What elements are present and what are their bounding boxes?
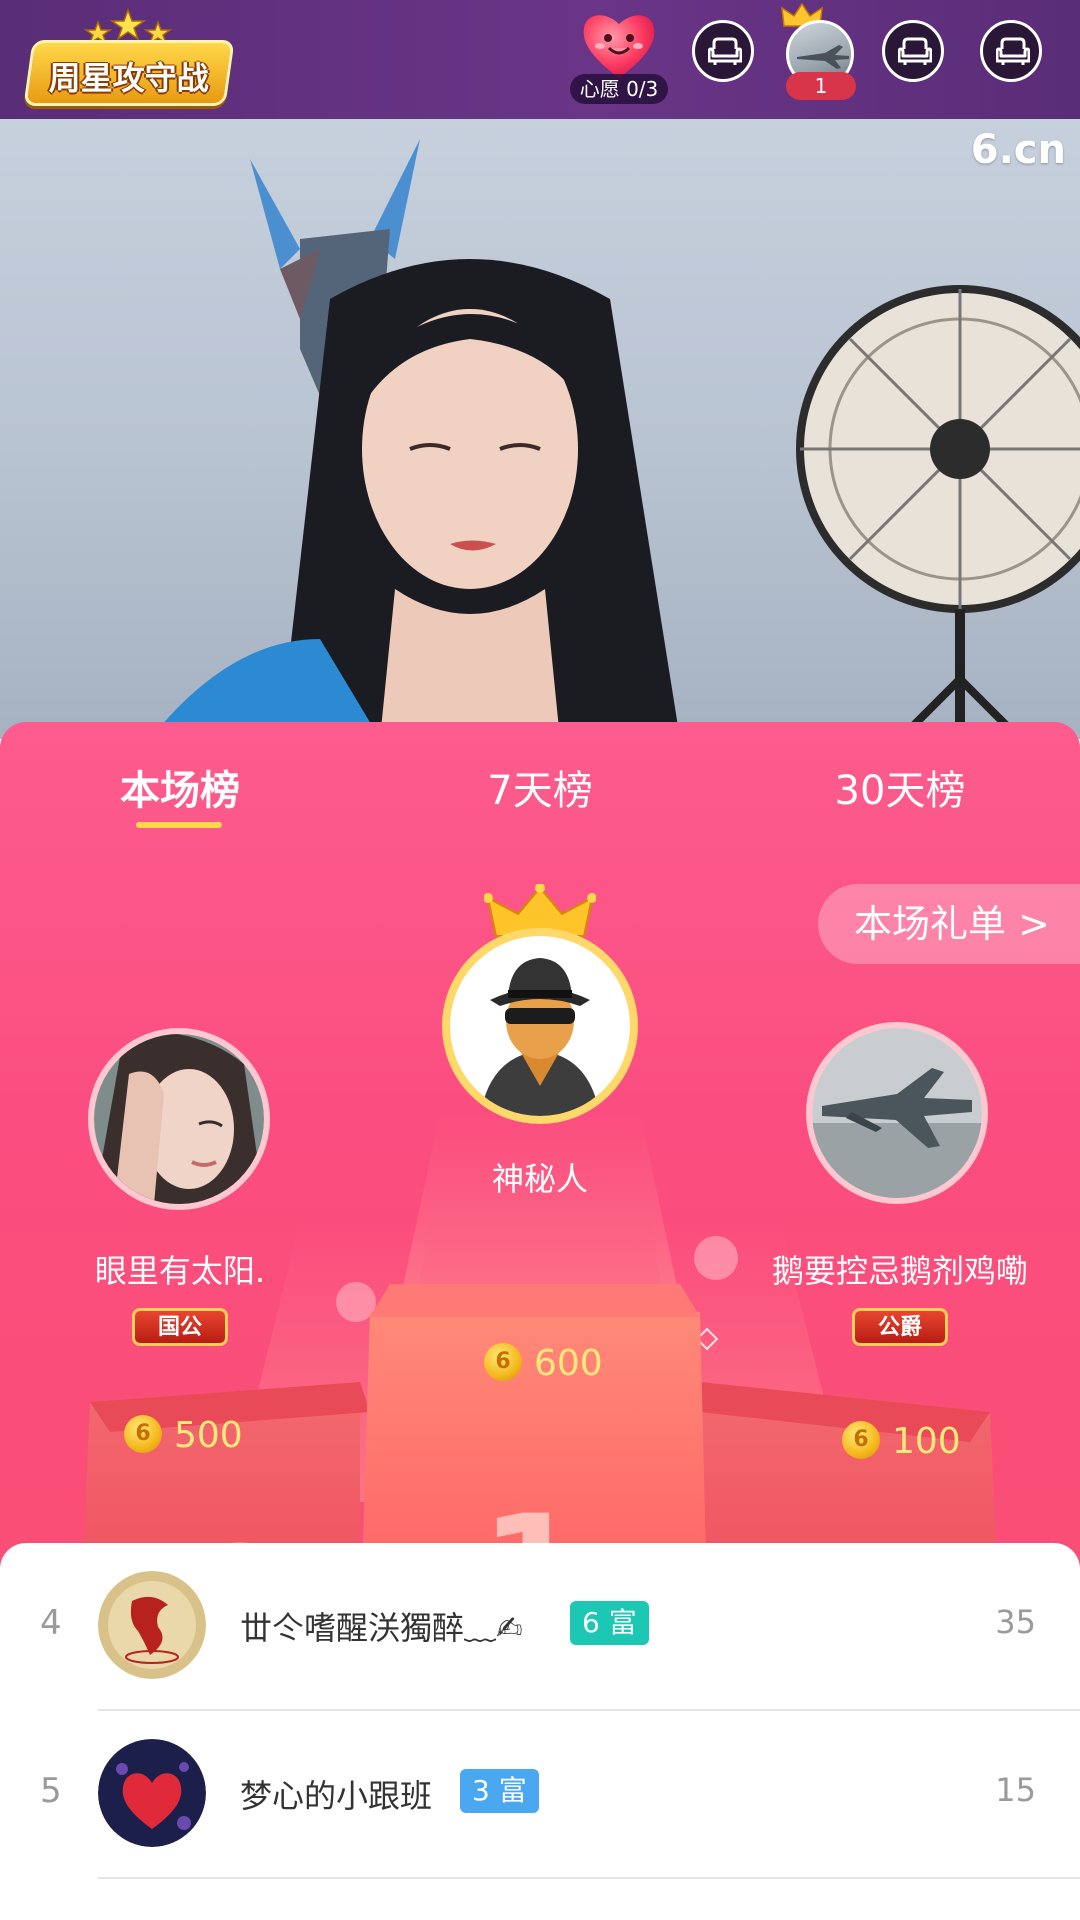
sofa-icon bbox=[898, 37, 932, 65]
first-place-avatar[interactable] bbox=[442, 928, 638, 1124]
active-tab-indicator bbox=[136, 822, 222, 828]
third-place-avatar[interactable] bbox=[806, 1022, 988, 1204]
seat-rank-badge: 1 bbox=[786, 72, 856, 100]
second-place-name: 眼里有太阳. bbox=[94, 1252, 266, 1290]
row-divider bbox=[98, 1877, 1080, 1879]
noble-title-badge: 公爵 bbox=[852, 1308, 948, 1346]
smiling-heart-icon bbox=[583, 15, 655, 78]
leaderboard-panel: 本场榜 7天榜 30天榜 本场礼单 > 神秘人 6 600 眼里有太阳. 国公 … bbox=[0, 722, 1080, 1642]
user-avatar[interactable] bbox=[98, 1571, 206, 1679]
fighter-jet-image bbox=[797, 45, 849, 69]
wish-count-label: 心愿 0/3 bbox=[570, 74, 668, 104]
empty-seat-1[interactable] bbox=[692, 20, 754, 82]
user-name: 丗仒嗜醒浂獨醉﹏✍ bbox=[240, 1609, 523, 1647]
wealth-level-badge: 6 富 bbox=[570, 1601, 649, 1645]
user-name: 梦心的小跟班 bbox=[240, 1777, 433, 1815]
user-score: 15 bbox=[995, 1771, 1036, 1809]
user-score: 35 bbox=[995, 1603, 1036, 1641]
logo-plate: 周星攻守战 bbox=[23, 40, 235, 106]
list-item[interactable]: 4 丗仒嗜醒浂獨醉﹏✍ 6 富 35 bbox=[0, 1543, 1080, 1709]
heart-avatar-image bbox=[98, 1739, 206, 1847]
tab-7-days[interactable]: 7天榜 bbox=[420, 758, 660, 816]
list-item[interactable]: 5 梦心的小跟班 3 富 15 bbox=[0, 1711, 1080, 1877]
sofa-icon bbox=[708, 37, 742, 65]
third-place-name: 鹅要控忌鹅剂鸡嘞 bbox=[771, 1252, 1028, 1290]
streamer-figure bbox=[150, 259, 680, 739]
top-bar: 周星攻守战 心愿 0/3 1 bbox=[0, 0, 1080, 119]
coin-icon: 6 bbox=[484, 1343, 522, 1381]
weekly-star-battle-logo[interactable]: 周星攻守战 bbox=[23, 8, 235, 106]
empty-seat-3[interactable] bbox=[980, 20, 1042, 82]
third-place-score: 6 100 bbox=[842, 1420, 961, 1464]
fan-decoration bbox=[796, 285, 1080, 739]
noble-title-badge: 国公 bbox=[132, 1308, 228, 1346]
video-scene-illustration bbox=[150, 139, 1080, 739]
mystery-person-icon bbox=[480, 958, 600, 1116]
live-video-stream[interactable]: 6.cn bbox=[0, 119, 1080, 739]
site-watermark: 6.cn bbox=[970, 127, 1066, 173]
first-place-score: 6 600 bbox=[484, 1342, 603, 1386]
logo-text: 周星攻守战 bbox=[48, 59, 209, 97]
session-gift-list-button[interactable]: 本场礼单 > bbox=[818, 884, 1080, 964]
wish-button[interactable]: 心愿 0/3 bbox=[570, 8, 668, 106]
rank-number: 5 bbox=[40, 1771, 62, 1811]
tab-30-days[interactable]: 30天榜 bbox=[780, 758, 1020, 816]
calligraphy-avatar-image bbox=[98, 1571, 206, 1679]
tab-this-session[interactable]: 本场榜 bbox=[60, 758, 300, 816]
user-avatar[interactable] bbox=[98, 1739, 206, 1847]
rank-number: 4 bbox=[40, 1603, 62, 1643]
first-place-name: 神秘人 bbox=[491, 1160, 588, 1198]
user-photo-fighter-jet bbox=[812, 1028, 982, 1198]
sofa-icon bbox=[996, 37, 1030, 65]
second-place-avatar[interactable] bbox=[88, 1028, 270, 1210]
coin-icon: 6 bbox=[124, 1415, 162, 1453]
wealth-level-badge: 3 富 bbox=[460, 1769, 539, 1813]
coin-icon: 6 bbox=[842, 1421, 880, 1459]
empty-seat-2[interactable] bbox=[882, 20, 944, 82]
rank-list: 4 丗仒嗜醒浂獨醉﹏✍ 6 富 35 5 梦心的小跟班 3 富 15 bbox=[0, 1543, 1080, 1920]
user-photo-woman bbox=[94, 1034, 264, 1204]
second-place-score: 6 500 bbox=[124, 1414, 243, 1458]
